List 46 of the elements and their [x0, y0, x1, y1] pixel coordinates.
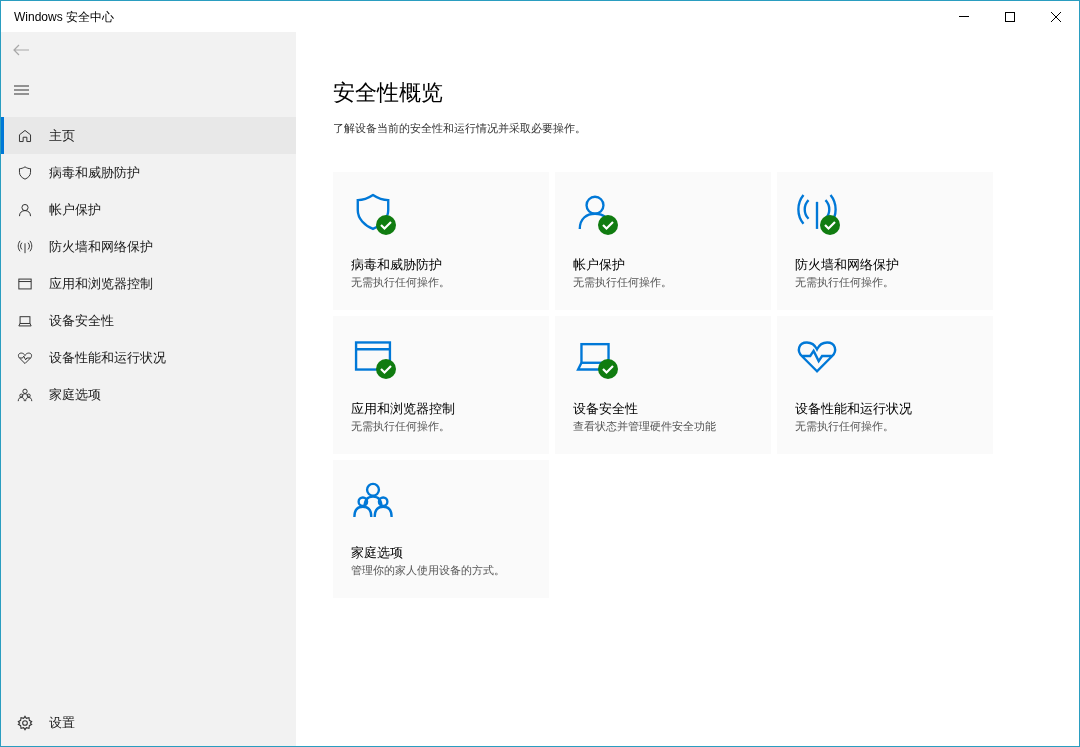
status-card[interactable]: 防火墙和网络保护 无需执行任何操作。: [777, 171, 993, 310]
nav-item[interactable]: 主页: [1, 117, 296, 154]
card-status: 无需执行任何操作。: [795, 274, 895, 290]
status-card[interactable]: 家庭选项 管理你的家人使用设备的方式。: [333, 459, 549, 598]
card-status: 无需执行任何操作。: [351, 274, 451, 290]
status-card[interactable]: 设备安全性 查看状态并管理硬件安全功能: [555, 315, 771, 454]
settings-nav-item[interactable]: 设置: [1, 704, 296, 741]
card-title: 设备性能和运行状况: [795, 399, 913, 418]
card-title: 应用和浏览器控制: [351, 399, 456, 418]
status-card[interactable]: 帐户保护 无需执行任何操作。: [555, 171, 771, 310]
status-card[interactable]: 病毒和威胁防护 无需执行任何操作。: [333, 171, 549, 310]
page-title: 安全性概览: [333, 79, 444, 107]
nav-item[interactable]: 家庭选项: [1, 376, 296, 413]
close-icon: [1051, 11, 1061, 22]
back-arrow-icon: [13, 44, 29, 56]
nav-item[interactable]: 防火墙和网络保护: [1, 228, 296, 265]
minimize-icon: [959, 16, 969, 17]
card-status: 管理你的家人使用设备的方式。: [351, 562, 506, 578]
window-title: Windows 安全中心: [13, 8, 115, 26]
page-subtitle: 了解设备当前的安全性和运行情况并采取必要操作。: [333, 121, 587, 136]
browser-window-icon: [17, 275, 33, 292]
heart-pulse-icon: [17, 349, 33, 366]
nav-item[interactable]: 应用和浏览器控制: [1, 265, 296, 302]
home-icon: [17, 127, 33, 144]
status-card[interactable]: 设备性能和运行状况 无需执行任何操作。: [777, 315, 993, 454]
maximize-icon: [1005, 11, 1015, 22]
family-icon: [17, 386, 33, 403]
card-title: 病毒和威胁防护: [351, 255, 443, 274]
nav-item[interactable]: 帐户保护: [1, 191, 296, 228]
card-status: 无需执行任何操作。: [351, 418, 451, 434]
settings-icon: [17, 714, 33, 731]
card-status: 无需执行任何操作。: [795, 418, 895, 434]
antenna-icon: [17, 238, 33, 255]
card-title: 防火墙和网络保护: [795, 255, 900, 274]
menu-icon: [13, 85, 29, 95]
nav-item[interactable]: 设备安全性: [1, 302, 296, 339]
card-status: 无需执行任何操作。: [573, 274, 673, 290]
card-title: 家庭选项: [351, 543, 404, 562]
card-status: 查看状态并管理硬件安全功能: [573, 418, 717, 434]
person-icon: [17, 201, 33, 218]
nav-item[interactable]: 病毒和威胁防护: [1, 154, 296, 191]
status-card[interactable]: 应用和浏览器控制 无需执行任何操作。: [333, 315, 549, 454]
nav-item[interactable]: 设备性能和运行状况: [1, 339, 296, 376]
shield-icon: [17, 164, 33, 181]
card-title: 设备安全性: [573, 399, 639, 418]
card-title: 帐户保护: [573, 255, 626, 274]
